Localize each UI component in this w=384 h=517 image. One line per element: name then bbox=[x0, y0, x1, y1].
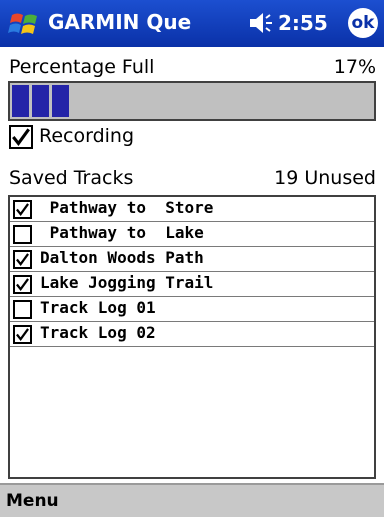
list-item[interactable]: Pathway to Lake bbox=[10, 222, 374, 247]
track-checkbox[interactable] bbox=[13, 250, 32, 269]
menu-button[interactable]: Menu bbox=[6, 491, 59, 511]
recording-checkbox[interactable] bbox=[9, 125, 33, 149]
track-name[interactable]: Pathway to Store bbox=[40, 198, 214, 217]
track-name[interactable]: Lake Jogging Trail bbox=[40, 273, 213, 292]
track-checkbox[interactable] bbox=[13, 200, 32, 219]
track-checkbox[interactable] bbox=[13, 225, 32, 244]
track-name[interactable]: Dalton Woods Path bbox=[40, 248, 204, 267]
saved-tracks-list[interactable]: Pathway to Store Pathway to Lake Dalton … bbox=[8, 195, 376, 479]
list-item[interactable]: Pathway to Store bbox=[10, 197, 374, 222]
title-bar: GARMIN Que 2:55 ok bbox=[0, 0, 384, 47]
checkmark-icon bbox=[16, 278, 29, 291]
app-title: GARMIN Que bbox=[48, 10, 192, 34]
progress-segment bbox=[12, 85, 29, 117]
menu-bar: Menu bbox=[0, 483, 384, 517]
track-name[interactable]: Track Log 01 bbox=[40, 298, 156, 317]
list-item[interactable]: Track Log 01 bbox=[10, 297, 374, 322]
percentage-full-value: 17% bbox=[333, 56, 376, 78]
checkmark-icon bbox=[16, 253, 29, 266]
recording-label[interactable]: Recording bbox=[39, 125, 134, 147]
track-name[interactable]: Pathway to Lake bbox=[40, 223, 204, 242]
list-item[interactable]: Track Log 02 bbox=[10, 322, 374, 347]
list-item[interactable]: Dalton Woods Path bbox=[10, 247, 374, 272]
windows-flag-icon[interactable] bbox=[8, 8, 40, 40]
progress-segment bbox=[52, 85, 69, 117]
track-checkbox[interactable] bbox=[13, 325, 32, 344]
checkmark-icon bbox=[16, 203, 29, 216]
saved-tracks-unused: 19 Unused bbox=[274, 167, 376, 189]
ok-button[interactable]: ok bbox=[348, 8, 378, 38]
progress-segment bbox=[32, 85, 49, 117]
checkmark-icon bbox=[12, 128, 30, 146]
speaker-icon[interactable] bbox=[248, 11, 274, 35]
saved-tracks-label: Saved Tracks bbox=[9, 167, 134, 189]
track-checkbox[interactable] bbox=[13, 300, 32, 319]
clock-time[interactable]: 2:55 bbox=[278, 11, 328, 35]
storage-progress-fill bbox=[12, 85, 69, 117]
storage-progress-bar bbox=[8, 81, 376, 121]
track-checkbox[interactable] bbox=[13, 275, 32, 294]
checkmark-icon bbox=[16, 328, 29, 341]
track-name[interactable]: Track Log 02 bbox=[40, 323, 156, 342]
percentage-full-label: Percentage Full bbox=[9, 56, 155, 78]
list-item[interactable]: Lake Jogging Trail bbox=[10, 272, 374, 297]
